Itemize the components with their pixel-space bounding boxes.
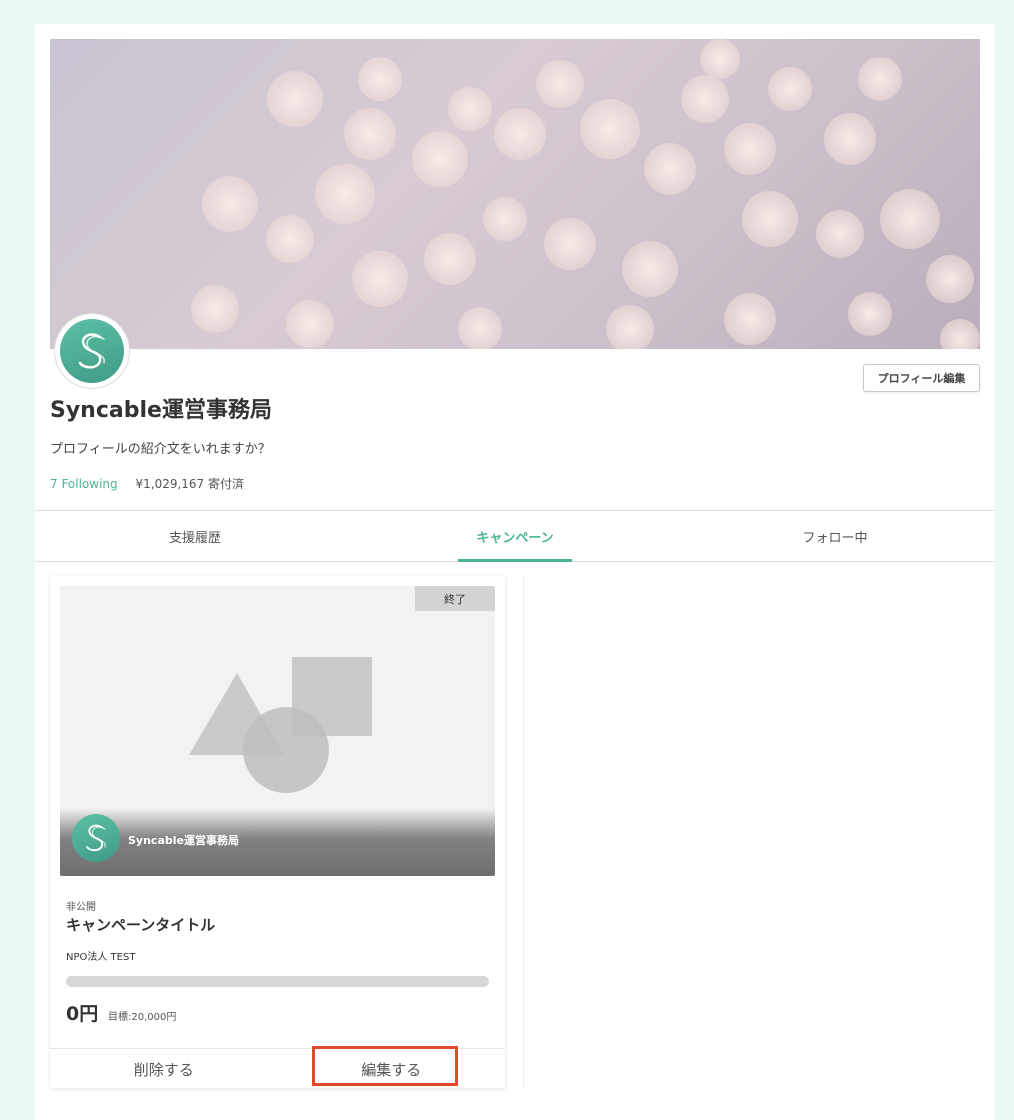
profile-bio: プロフィールの紹介文をいれますか？ bbox=[50, 442, 271, 457]
raised-amount: 0円 bbox=[66, 1003, 99, 1025]
status-badge-ended: 終了 bbox=[415, 586, 495, 611]
cover-image bbox=[50, 39, 980, 349]
column-divider bbox=[523, 576, 524, 1088]
donated-amount: ¥1,029,167 寄付済 bbox=[135, 477, 245, 491]
profile-tabs: 支援履歴 キャンペーン フォロー中 bbox=[35, 510, 995, 562]
syncable-logo-icon bbox=[78, 333, 105, 369]
tab-campaigns[interactable]: キャンペーン bbox=[355, 511, 675, 561]
edit-profile-button[interactable]: プロフィール編集 bbox=[863, 364, 980, 392]
org-name-overlay: Syncable運営事務局 bbox=[128, 834, 239, 847]
visibility-status: 非公開 bbox=[66, 902, 96, 913]
profile-page: プロフィール編集 Syncable運営事務局 プロフィールの紹介文をいれますか？… bbox=[35, 24, 995, 1120]
profile-avatar bbox=[55, 314, 129, 388]
org-avatar bbox=[72, 814, 120, 862]
delete-button[interactable]: 削除する bbox=[50, 1049, 278, 1089]
campaign-title[interactable]: キャンペーンタイトル bbox=[66, 914, 215, 935]
campaign-thumbnail[interactable]: 終了 Syncable運営事務局 bbox=[60, 586, 495, 876]
card-actions: 削除する 編集する bbox=[50, 1046, 506, 1089]
thumbnail-overlay bbox=[60, 808, 495, 876]
campaign-organization: NPO法人 TEST bbox=[66, 952, 136, 963]
following-link[interactable]: 7 Following bbox=[50, 477, 118, 491]
campaign-card[interactable]: 終了 Syncable運営事務局 非公開 キャンペーンタイトル NPO法人 TE… bbox=[50, 576, 505, 1088]
tab-following[interactable]: フォロー中 bbox=[675, 511, 995, 561]
profile-name: Syncable運営事務局 bbox=[50, 398, 272, 423]
tab-support-history[interactable]: 支援履歴 bbox=[35, 511, 355, 561]
edit-button[interactable]: 編集する bbox=[278, 1049, 506, 1089]
syncable-logo-icon bbox=[86, 824, 106, 852]
profile-stats: 7 Following ¥1,029,167 寄付済 bbox=[50, 475, 244, 492]
progress-bar bbox=[66, 976, 489, 987]
goal-amount: 目標:20,000円 bbox=[108, 1012, 177, 1023]
